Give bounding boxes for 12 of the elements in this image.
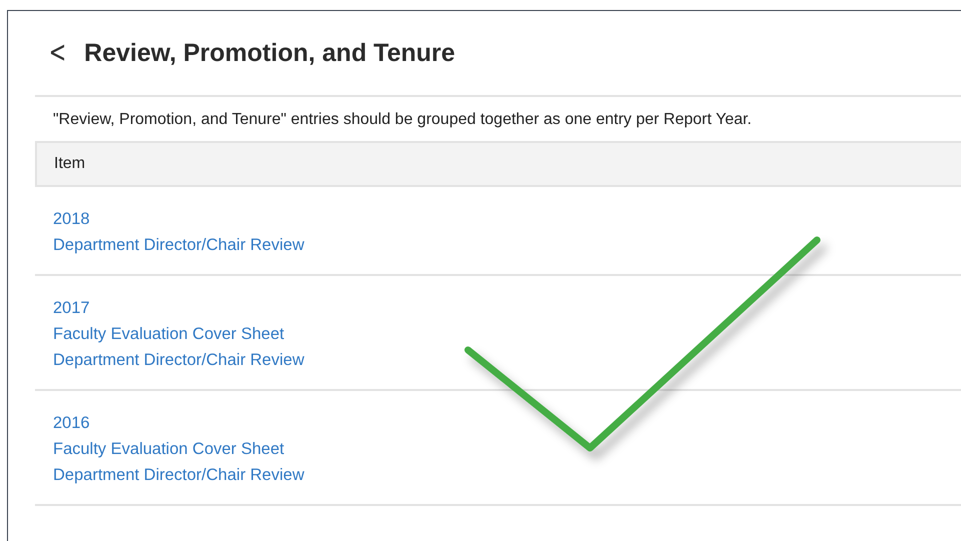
document-link[interactable]: Department Director/Chair Review [53, 462, 304, 488]
document-link[interactable]: Faculty Evaluation Cover Sheet [53, 436, 284, 462]
back-button[interactable]: < [48, 38, 66, 68]
year-link[interactable]: 2016 [53, 410, 90, 436]
document-link[interactable]: Faculty Evaluation Cover Sheet [53, 321, 284, 347]
column-header: Item [54, 155, 86, 173]
page-title: Review, Promotion, and Tenure [84, 38, 456, 68]
year-link[interactable]: 2018 [53, 206, 90, 232]
info-text: "Review, Promotion, and Tenure" entries should be grouped together as one entry per Report Year. [52, 110, 753, 130]
year-link[interactable]: 2017 [53, 295, 90, 321]
document-link[interactable]: Department Director/Chair Review [53, 347, 304, 373]
document-link[interactable]: Department Director/Chair Review [53, 232, 304, 258]
